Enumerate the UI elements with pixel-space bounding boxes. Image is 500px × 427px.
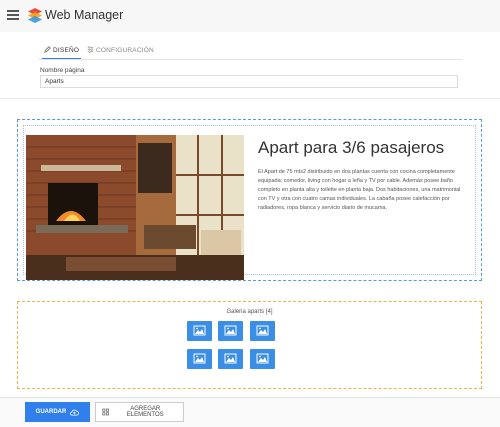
page-editor-panel: DISEÑO CONFIGURACIÓN Nombre página Apart… bbox=[0, 32, 500, 99]
settings-sliders-icon bbox=[87, 46, 94, 53]
grid-icon bbox=[102, 408, 110, 416]
gallery-thumbnail[interactable] bbox=[187, 349, 212, 369]
section-heading: Apart para 3/6 pasajeros bbox=[258, 138, 445, 157]
tab-config[interactable]: CONFIGURACIÓN bbox=[87, 46, 154, 58]
content-section[interactable]: Apart para 3/6 pasajeros El Apart de 75 … bbox=[17, 119, 482, 281]
page-name-label: Nombre página bbox=[40, 67, 85, 74]
tab-design-label: DISEÑO bbox=[53, 47, 80, 54]
save-button-label: GUARDAR bbox=[35, 409, 67, 415]
pencil-icon bbox=[44, 46, 51, 53]
gallery-thumbnail[interactable] bbox=[250, 349, 275, 369]
page-canvas: Apart para 3/6 pasajeros El Apart de 75 … bbox=[0, 99, 500, 397]
section-description: El Apart de 75 mts2 distribuido en dos p… bbox=[258, 169, 461, 211]
image-icon bbox=[224, 325, 237, 336]
tab-divider bbox=[38, 59, 462, 60]
gallery-thumbnail[interactable] bbox=[218, 349, 243, 369]
image-icon bbox=[193, 325, 206, 336]
add-elements-button[interactable]: AGREGAR ELEMENTOS bbox=[95, 402, 184, 422]
content-block[interactable]: Apart para 3/6 pasajeros El Apart de 75 … bbox=[23, 125, 476, 280]
tab-design[interactable]: DISEÑO bbox=[42, 46, 82, 60]
page-name-input[interactable]: Aparts bbox=[40, 75, 458, 88]
bottom-toolbar: GUARDAR AGREGAR ELEMENTOS bbox=[0, 397, 500, 427]
app-title: Web Manager bbox=[45, 8, 124, 22]
image-icon bbox=[224, 353, 237, 364]
image-icon bbox=[256, 325, 269, 336]
gallery-thumbnail[interactable] bbox=[218, 321, 243, 341]
image-icon bbox=[193, 353, 206, 364]
gallery-thumbnail[interactable] bbox=[187, 321, 212, 341]
gallery-thumbnail[interactable] bbox=[250, 321, 275, 341]
save-button[interactable]: GUARDAR bbox=[25, 402, 90, 422]
gallery-section[interactable]: Galeria aparts [4] bbox=[17, 301, 482, 389]
tab-config-label: CONFIGURACIÓN bbox=[96, 47, 154, 54]
cloud-upload-icon bbox=[70, 409, 80, 415]
app-logo bbox=[28, 8, 42, 23]
apartment-photo bbox=[26, 135, 244, 280]
add-elements-label: AGREGAR ELEMENTOS bbox=[126, 406, 164, 418]
gallery-label: Galeria aparts [4] bbox=[226, 309, 273, 315]
menu-icon[interactable] bbox=[7, 10, 19, 21]
image-icon bbox=[256, 353, 269, 364]
top-bar: Web Manager bbox=[0, 0, 500, 32]
